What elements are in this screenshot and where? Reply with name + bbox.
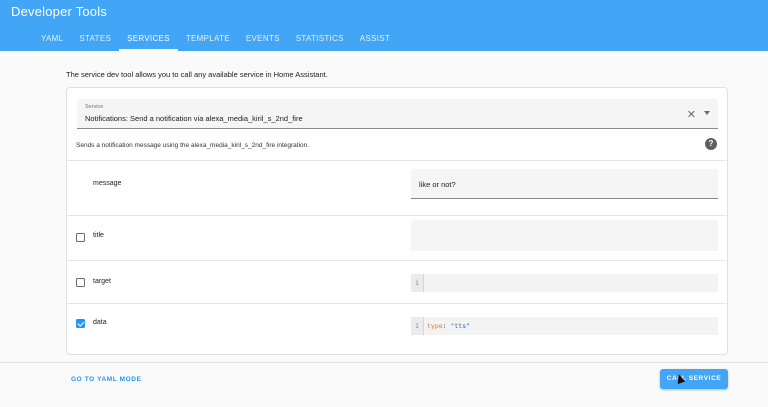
divider xyxy=(67,160,727,161)
field-label-data: data xyxy=(93,319,107,326)
divider xyxy=(67,303,727,304)
app-header: Developer Tools YAML STATES SERVICES TEM… xyxy=(0,0,768,51)
card-actions: GO TO YAML MODE CALL SERVICE xyxy=(0,362,768,407)
line-number: 1 xyxy=(411,317,424,335)
tab-events[interactable]: EVENTS xyxy=(238,30,288,51)
code-key: type xyxy=(427,322,443,330)
code-line: type: "tts" xyxy=(427,317,470,335)
target-code-editor[interactable]: 1 xyxy=(411,274,718,292)
tab-template[interactable]: TEMPLATE xyxy=(178,30,238,51)
dropdown-arrow-icon[interactable] xyxy=(704,111,710,115)
data-checkbox[interactable] xyxy=(76,319,85,328)
line-number: 1 xyxy=(411,274,424,292)
tab-assist[interactable]: ASSIST xyxy=(352,30,398,51)
field-label-target: target xyxy=(93,278,111,285)
go-to-yaml-mode-button[interactable]: GO TO YAML MODE xyxy=(71,376,142,383)
service-picker-label: Service xyxy=(85,104,104,110)
service-picker[interactable]: Service Notifications: Send a notificati… xyxy=(77,99,718,129)
page-title: Developer Tools xyxy=(11,4,107,19)
divider xyxy=(67,260,727,261)
service-description: Sends a notification message using the a… xyxy=(76,142,310,149)
tab-yaml[interactable]: YAML xyxy=(33,30,71,51)
divider xyxy=(67,215,727,216)
tab-services[interactable]: SERVICES xyxy=(119,30,178,51)
title-checkbox[interactable] xyxy=(76,233,85,242)
service-card: Service Notifications: Send a notificati… xyxy=(66,87,728,355)
message-input-value: like or not? xyxy=(419,180,456,189)
service-picker-value: Notifications: Send a notification via a… xyxy=(85,114,303,123)
message-input[interactable]: like or not? xyxy=(411,169,718,199)
data-code-editor[interactable]: 1 type: "tts" xyxy=(411,317,718,335)
tab-statistics[interactable]: STATISTICS xyxy=(288,30,352,51)
field-label-title: title xyxy=(93,232,104,239)
call-service-button[interactable]: CALL SERVICE xyxy=(660,369,728,389)
field-label-message: message xyxy=(93,180,122,187)
intro-text: The service dev tool allows you to call … xyxy=(66,70,328,79)
clear-icon[interactable]: ✕ xyxy=(687,108,696,121)
tab-states[interactable]: STATES xyxy=(71,30,119,51)
tab-bar: YAML STATES SERVICES TEMPLATE EVENTS STA… xyxy=(33,30,398,51)
title-input[interactable] xyxy=(411,220,718,251)
help-icon[interactable]: ? xyxy=(705,138,717,150)
target-checkbox[interactable] xyxy=(76,278,85,287)
code-value: "tts" xyxy=(450,322,471,330)
